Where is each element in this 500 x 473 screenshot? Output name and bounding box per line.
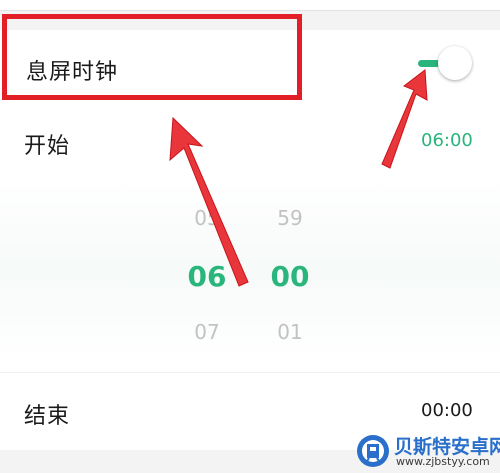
top-strip [0, 0, 500, 11]
toggle-track [418, 60, 440, 67]
minute-prev[interactable]: 59 [260, 206, 320, 230]
minute-selected[interactable]: 00 [260, 260, 320, 293]
watermark-logo-icon [357, 435, 389, 467]
hour-selected[interactable]: 06 [177, 260, 237, 293]
screen: 息屏时钟 开始 06:00 05 06 07 59 00 01 结束 00:00 [0, 0, 500, 473]
hour-prev[interactable]: 05 [177, 206, 237, 230]
toggle-switch-icon [438, 46, 472, 80]
annotation-highlight-box [2, 14, 302, 100]
divider [0, 372, 500, 373]
minute-next[interactable]: 01 [260, 320, 320, 344]
time-picker[interactable]: 05 06 07 59 00 01 [0, 180, 500, 360]
end-label: 结束 [24, 404, 71, 429]
end-time-value[interactable]: 00:00 [421, 400, 473, 421]
watermark-url: www.zjbstyy.com [396, 455, 490, 468]
watermark: 贝斯特安卓网 www.zjbstyy.com [352, 430, 500, 473]
aod-clock-toggle[interactable] [412, 46, 474, 82]
hour-next[interactable]: 07 [177, 320, 237, 344]
start-time-value[interactable]: 06:00 [421, 130, 473, 151]
start-label: 开始 [24, 134, 71, 159]
